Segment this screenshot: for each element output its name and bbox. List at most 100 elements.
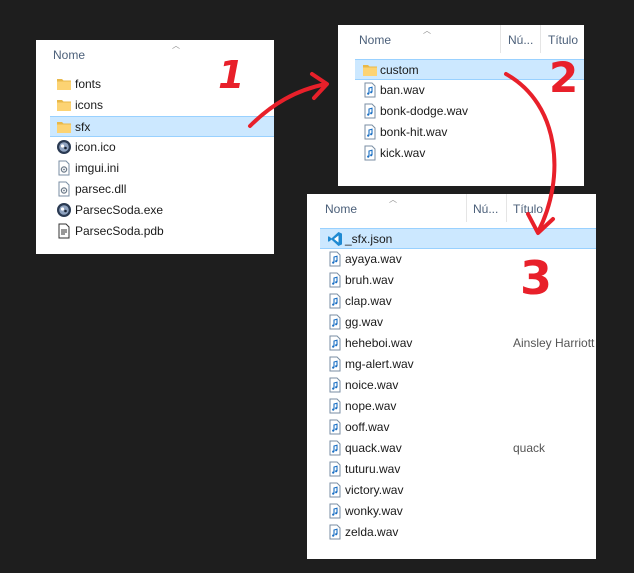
- audio-file-icon: [327, 272, 343, 288]
- file-name: custom: [380, 63, 419, 77]
- audio-file-icon: [362, 124, 378, 140]
- file-name: ban.wav: [380, 83, 425, 97]
- column-header: Nome ︿ Nú... Título: [338, 25, 584, 55]
- column-divider[interactable]: [540, 25, 541, 53]
- audio-file-icon: [327, 398, 343, 414]
- file-name: _sfx.json: [345, 232, 393, 246]
- list-item[interactable]: ParsecSoda.pdb: [36, 221, 274, 242]
- column-divider[interactable]: [500, 25, 501, 53]
- column-title-header[interactable]: Título: [548, 25, 578, 55]
- list-item[interactable]: ban.wav: [338, 80, 584, 101]
- audio-file-icon: [327, 482, 343, 498]
- list-item[interactable]: icons: [36, 95, 274, 116]
- audio-file-icon: [327, 524, 343, 540]
- list-item[interactable]: zelda.wav: [307, 522, 596, 543]
- sort-up-icon: ︿: [172, 41, 180, 50]
- audio-file-icon: [327, 440, 343, 456]
- file-name: sfx: [75, 120, 91, 134]
- file-name: victory.wav: [345, 483, 404, 497]
- column-title-header[interactable]: Título: [513, 194, 543, 224]
- list-item[interactable]: icon.ico: [36, 137, 274, 158]
- file-name: bruh.wav: [345, 273, 394, 287]
- list-item[interactable]: bonk-dodge.wav: [338, 101, 584, 122]
- arrow-1-head-icon: [310, 72, 329, 100]
- folder-icon: [56, 97, 72, 113]
- file-name: clap.wav: [345, 294, 392, 308]
- audio-file-icon: [327, 335, 343, 351]
- settings-file-icon: [56, 181, 72, 197]
- explorer-panel-custom: Nome ︿ Nú... Título _sfx.json ayaya.wav br…: [307, 194, 596, 559]
- file-name: ParsecSoda.exe: [75, 203, 164, 217]
- settings-file-icon: [56, 160, 72, 176]
- folder-icon: [56, 119, 72, 135]
- list-item[interactable]: bruh.wav: [307, 270, 596, 291]
- audio-file-icon: [327, 251, 343, 267]
- file-name: bonk-dodge.wav: [380, 104, 469, 118]
- file-name: quack.wav: [345, 441, 402, 455]
- sort-up-icon: ︿: [389, 195, 397, 204]
- column-name-header[interactable]: Nome: [359, 25, 391, 55]
- vscode-icon: [327, 231, 343, 247]
- sort-up-icon: ︿: [423, 26, 431, 35]
- column-header: Nome ︿: [36, 40, 274, 70]
- explorer-panel-root: Nome ︿ fonts icons sfx icon.ico imgui.ini par…: [36, 40, 274, 254]
- list-item[interactable]: ParsecSoda.exe: [36, 200, 274, 221]
- list-item[interactable]: clap.wav: [307, 291, 596, 312]
- app-icon: [56, 139, 72, 155]
- list-item[interactable]: mg-alert.wav: [307, 354, 596, 375]
- file-name: mg-alert.wav: [345, 357, 414, 371]
- folder-icon: [362, 62, 378, 78]
- audio-file-icon: [362, 145, 378, 161]
- column-header: Nome ︿ Nú... Título: [307, 194, 596, 224]
- list-item[interactable]: imgui.ini: [36, 158, 274, 179]
- document-icon: [56, 223, 72, 239]
- folder-icon: [56, 76, 72, 92]
- column-divider[interactable]: [466, 194, 467, 222]
- audio-file-icon: [327, 503, 343, 519]
- audio-file-icon: [327, 314, 343, 330]
- audio-file-icon: [327, 419, 343, 435]
- list-item[interactable]: victory.wav: [307, 480, 596, 501]
- column-number-header[interactable]: Nú...: [473, 194, 498, 224]
- list-item[interactable]: quack.wav quack: [307, 438, 596, 459]
- list-item[interactable]: nope.wav: [307, 396, 596, 417]
- audio-file-icon: [327, 461, 343, 477]
- file-name: parsec.dll: [75, 182, 127, 196]
- column-divider[interactable]: [506, 194, 507, 222]
- file-name: imgui.ini: [75, 161, 120, 175]
- list-item[interactable]: ayaya.wav: [307, 249, 596, 270]
- list-item[interactable]: heheboi.wav Ainsley Harriott: [307, 333, 596, 354]
- file-title: Ainsley Harriott: [513, 336, 595, 350]
- column-number-header[interactable]: Nú...: [508, 25, 533, 55]
- file-name: icons: [75, 98, 104, 112]
- audio-file-icon: [327, 377, 343, 393]
- list-item[interactable]: sfx: [50, 116, 274, 137]
- file-name: ayaya.wav: [345, 252, 402, 266]
- list-item[interactable]: _sfx.json: [320, 228, 596, 249]
- audio-file-icon: [362, 82, 378, 98]
- list-item[interactable]: tuturu.wav: [307, 459, 596, 480]
- audio-file-icon: [362, 103, 378, 119]
- list-item[interactable]: custom: [355, 59, 584, 80]
- audio-file-icon: [327, 293, 343, 309]
- list-item[interactable]: fonts: [36, 74, 274, 95]
- column-name-header[interactable]: Nome: [53, 40, 85, 70]
- file-name: tuturu.wav: [345, 462, 401, 476]
- list-item[interactable]: wonky.wav: [307, 501, 596, 522]
- file-name: nope.wav: [345, 399, 397, 413]
- column-name-header[interactable]: Nome: [325, 194, 357, 224]
- file-name: gg.wav: [345, 315, 384, 329]
- file-name: wonky.wav: [345, 504, 403, 518]
- list-item[interactable]: kick.wav: [338, 143, 584, 164]
- list-item[interactable]: gg.wav: [307, 312, 596, 333]
- list-item[interactable]: ooff.wav: [307, 417, 596, 438]
- file-name: noice.wav: [345, 378, 399, 392]
- list-item[interactable]: bonk-hit.wav: [338, 122, 584, 143]
- explorer-panel-sfx: Nome ︿ Nú... Título custom ban.wav bonk-do…: [338, 25, 584, 186]
- file-name: bonk-hit.wav: [380, 125, 448, 139]
- list-item[interactable]: parsec.dll: [36, 179, 274, 200]
- file-name: heheboi.wav: [345, 336, 413, 350]
- file-name: ooff.wav: [345, 420, 390, 434]
- list-item[interactable]: noice.wav: [307, 375, 596, 396]
- file-name: icon.ico: [75, 140, 116, 154]
